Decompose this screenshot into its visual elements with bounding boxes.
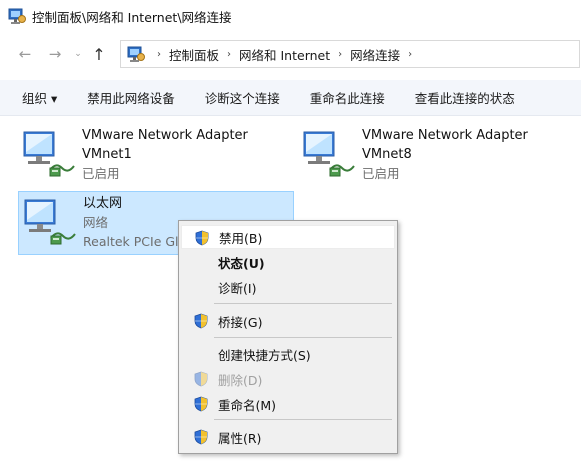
network-adapter-icon bbox=[24, 199, 76, 245]
breadcrumb-separator-icon: › bbox=[157, 48, 161, 60]
uac-shield-icon bbox=[194, 313, 208, 329]
disable-device-button[interactable]: 禁用此网络设备 bbox=[87, 88, 175, 107]
menu-item-rename[interactable]: 重命名(M) bbox=[181, 392, 395, 416]
menu-separator bbox=[214, 419, 392, 420]
control-panel-icon bbox=[8, 8, 26, 24]
rename-connection-button[interactable]: 重命名此连接 bbox=[310, 88, 385, 107]
control-panel-icon bbox=[127, 46, 145, 62]
menu-item-label: 桥接(G) bbox=[218, 314, 263, 330]
address-bar[interactable]: › 控制面板 › 网络和 Internet › 网络连接 › bbox=[120, 40, 580, 68]
uac-shield-icon bbox=[194, 371, 208, 387]
view-status-button[interactable]: 查看此连接的状态 bbox=[415, 88, 515, 107]
breadcrumb-expand-icon[interactable]: › bbox=[408, 49, 412, 60]
menu-item-label: 重命名(M) bbox=[218, 397, 277, 413]
title-bar: 控制面板\网络和 Internet\网络连接 bbox=[0, 0, 581, 32]
menu-item-properties[interactable]: 属性(R) bbox=[181, 425, 395, 449]
network-adapter-icon bbox=[23, 131, 75, 177]
organize-menu-button[interactable]: 组织 ▾ bbox=[22, 88, 57, 107]
menu-item-bridge[interactable]: 桥接(G) bbox=[181, 309, 395, 333]
adapter-status: 已启用 bbox=[82, 166, 120, 181]
adapter-device-name: Realtek PCIe Gl bbox=[83, 234, 179, 249]
recent-locations-chevron-icon[interactable]: ⌄ bbox=[72, 43, 84, 65]
forward-arrow-icon[interactable]: → bbox=[44, 43, 66, 65]
command-toolbar: 组织 ▾ 禁用此网络设备 诊断这个连接 重命名此连接 查看此连接的状态 bbox=[0, 80, 581, 116]
menu-item-label: 属性(R) bbox=[218, 430, 262, 446]
adapter-network-type: 网络 bbox=[83, 215, 109, 230]
adapter-status: 已启用 bbox=[362, 166, 400, 181]
breadcrumb-separator-icon: › bbox=[227, 48, 232, 60]
menu-item-label: 诊断(I) bbox=[218, 280, 257, 296]
menu-item-label: 状态(U) bbox=[218, 255, 265, 271]
window-title: 控制面板\网络和 Internet\网络连接 bbox=[32, 9, 232, 25]
adapter-vmnet8[interactable]: VMware Network Adapter VMnet8 已启用 bbox=[300, 126, 528, 183]
adapter-name: VMware Network Adapter bbox=[82, 128, 248, 143]
menu-item-disable[interactable]: 禁用(B) bbox=[181, 225, 395, 249]
up-arrow-icon[interactable]: ↑ bbox=[88, 43, 110, 65]
menu-item-delete: 删除(D) bbox=[181, 367, 395, 391]
breadcrumb-control-panel[interactable]: 控制面板 bbox=[169, 45, 219, 64]
adapter-name: VMware Network Adapter bbox=[362, 128, 528, 143]
adapter-vmnet1[interactable]: VMware Network Adapter VMnet1 已启用 bbox=[20, 126, 248, 183]
context-menu: 禁用(B) 状态(U) 诊断(I) 桥接(G) 创建快捷方式(S) 删除(D) … bbox=[178, 220, 398, 454]
menu-separator bbox=[214, 337, 392, 338]
uac-shield-icon bbox=[194, 429, 208, 445]
menu-item-status[interactable]: 状态(U) bbox=[181, 250, 395, 274]
adapter-name-line2: VMnet8 bbox=[362, 147, 412, 162]
adapter-name-line2: VMnet1 bbox=[82, 147, 132, 162]
breadcrumb-network-connections[interactable]: 网络连接 bbox=[350, 45, 400, 64]
breadcrumb-separator-icon: › bbox=[338, 48, 343, 60]
uac-shield-icon bbox=[195, 230, 209, 246]
menu-item-diagnose[interactable]: 诊断(I) bbox=[181, 275, 395, 299]
uac-shield-icon bbox=[194, 396, 208, 412]
back-arrow-icon[interactable]: ← bbox=[14, 43, 36, 65]
menu-item-label: 创建快捷方式(S) bbox=[218, 347, 311, 363]
breadcrumb-network-internet[interactable]: 网络和 Internet bbox=[239, 45, 330, 64]
navigation-bar: ← → ⌄ ↑ › 控制面板 › 网络和 Internet › 网络连接 › bbox=[0, 34, 581, 74]
adapter-name: 以太网 bbox=[83, 196, 123, 211]
menu-item-create-shortcut[interactable]: 创建快捷方式(S) bbox=[181, 342, 395, 366]
menu-separator bbox=[214, 303, 392, 304]
diagnose-connection-button[interactable]: 诊断这个连接 bbox=[205, 88, 280, 107]
menu-item-label: 禁用(B) bbox=[219, 230, 263, 246]
menu-item-label: 删除(D) bbox=[218, 372, 263, 388]
network-adapter-icon bbox=[303, 131, 355, 177]
